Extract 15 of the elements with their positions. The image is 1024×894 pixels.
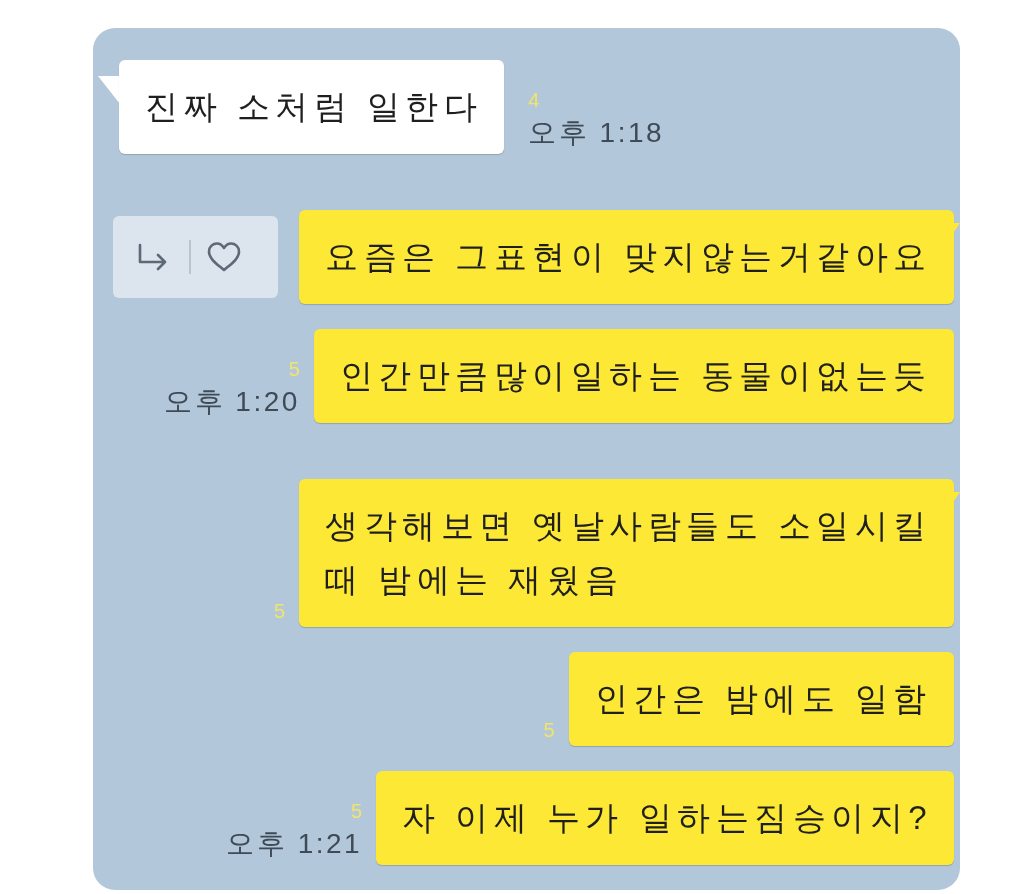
message-text: 진짜 소처럼 일한다	[145, 87, 483, 127]
message-time: 오후 1:18	[528, 116, 665, 150]
unread-count: 5	[543, 718, 555, 743]
unread-count: 5	[288, 357, 300, 382]
message-time: 오후 1:20	[164, 385, 300, 419]
heart-icon	[206, 241, 243, 273]
unread-count: 5	[351, 799, 363, 824]
message-time: 오후 1:21	[226, 827, 363, 861]
message-text: 자 이제 누가 일하는짐승이지?	[402, 798, 932, 838]
message-text: 생각해보면 옛날사람들도 소일시킬 때 밤에는 재웠음	[325, 506, 932, 600]
message-text: 요즘은 그표현이 맞지않는거같아요	[325, 237, 932, 277]
message-text: 인간만큼많이일하는 동물이없는듯	[339, 356, 932, 396]
unread-count: 4	[528, 88, 540, 113]
message-text: 인간은 밤에도 일함	[594, 679, 932, 719]
unread-count: 5	[274, 599, 286, 624]
